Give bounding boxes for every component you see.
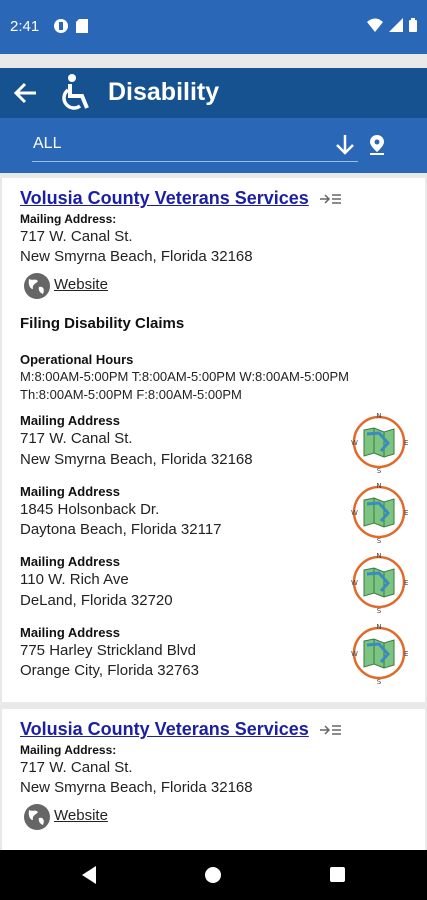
resource-card: Volusia County Veterans Services Mailing…: [2, 178, 425, 702]
sim-card-icon: [76, 19, 88, 33]
svg-text:E: E: [404, 650, 408, 658]
globe-icon[interactable]: [23, 803, 51, 831]
svg-text:W: W: [351, 650, 358, 658]
system-nav-bar: [0, 850, 427, 900]
nav-back-icon[interactable]: [80, 865, 98, 885]
location-address-label: Mailing Address: [20, 413, 120, 428]
svg-text:N: N: [376, 623, 381, 631]
back-arrow-icon[interactable]: [12, 80, 38, 106]
resource-card: Volusia County Veterans Services Mailing…: [2, 709, 425, 869]
filter-bar: ALL: [0, 118, 427, 173]
hours-line-2: Th:8:00AM-5:00PM F:8:00AM-5:00PM: [20, 387, 242, 402]
svg-text:W: W: [351, 579, 358, 587]
app-bar: Disability: [0, 68, 427, 118]
wifi-icon: [367, 18, 383, 32]
location-address-line-2: DeLand, Florida 32720: [20, 592, 173, 609]
svg-text:E: E: [404, 579, 408, 587]
globe-icon[interactable]: [23, 272, 51, 300]
location-address-line-2: Daytona Beach, Florida 32117: [20, 521, 222, 538]
service-title: Filing Disability Claims: [20, 315, 185, 332]
nav-recents-icon[interactable]: [330, 867, 345, 882]
location-address-label: Mailing Address: [20, 484, 120, 499]
category-filter-dropdown[interactable]: ALL: [33, 135, 61, 153]
svg-text:S: S: [377, 537, 382, 544]
compass-map-icon[interactable]: N S W E: [348, 550, 410, 614]
org-name-link[interactable]: Volusia County Veterans Services: [20, 188, 309, 209]
address-line-1: 717 W. Canal St.: [20, 759, 133, 776]
location-address-line-1: 110 W. Rich Ave: [20, 571, 129, 588]
status-time: 2:41: [10, 18, 40, 35]
compass-map-icon[interactable]: N S W E: [348, 621, 410, 685]
status-bar: 2:41: [0, 0, 427, 54]
mailing-address-label: Mailing Address:: [20, 743, 117, 757]
website-link[interactable]: Website: [54, 807, 108, 824]
battery-icon: [409, 18, 417, 32]
hours-label: Operational Hours: [20, 352, 134, 367]
location-address-line-2: New Smyrna Beach, Florida 32168: [20, 451, 253, 468]
nav-home-icon[interactable]: [205, 867, 221, 883]
svg-text:S: S: [377, 678, 382, 685]
location-address-line-2: Orange City, Florida 32763: [20, 662, 199, 679]
address-line-2: New Smyrna Beach, Florida 32168: [20, 248, 253, 265]
svg-text:E: E: [404, 509, 408, 517]
compass-map-icon[interactable]: N S W E: [348, 410, 410, 474]
app-notification-icon: [54, 19, 68, 33]
location-address-line-1: 1845 Holsonback Dr.: [20, 501, 160, 518]
svg-text:W: W: [351, 439, 358, 447]
svg-text:N: N: [376, 482, 381, 490]
address-line-2: New Smyrna Beach, Florida 32168: [20, 779, 253, 796]
compass-map-icon[interactable]: N S W E: [348, 480, 410, 544]
location-address-line-1: 775 Harley Strickland Blvd: [20, 642, 196, 659]
svg-text:E: E: [404, 439, 408, 447]
address-line-1: 717 W. Canal St.: [20, 228, 133, 245]
signal-icon: [389, 18, 403, 32]
svg-text:N: N: [376, 412, 381, 420]
svg-text:S: S: [377, 607, 382, 614]
location-address-line-1: 717 W. Canal St.: [20, 430, 133, 447]
location-address-label: Mailing Address: [20, 554, 120, 569]
svg-text:S: S: [377, 467, 382, 474]
svg-text:W: W: [351, 509, 358, 517]
location-address-label: Mailing Address: [20, 625, 120, 640]
expand-list-icon[interactable]: [320, 724, 342, 736]
website-link[interactable]: Website: [54, 276, 108, 293]
page-title: Disability: [108, 78, 220, 106]
org-name-link[interactable]: Volusia County Veterans Services: [20, 719, 309, 740]
hours-line-1: M:8:00AM-5:00PM T:8:00AM-5:00PM W:8:00AM…: [20, 369, 349, 384]
sort-down-arrow-icon[interactable]: [335, 134, 355, 156]
accessibility-icon: [62, 74, 89, 110]
mailing-address-label: Mailing Address:: [20, 212, 117, 226]
svg-text:N: N: [376, 552, 381, 560]
location-pin-icon[interactable]: [368, 134, 386, 156]
filter-underline: [32, 161, 358, 162]
expand-list-icon[interactable]: [320, 193, 342, 205]
